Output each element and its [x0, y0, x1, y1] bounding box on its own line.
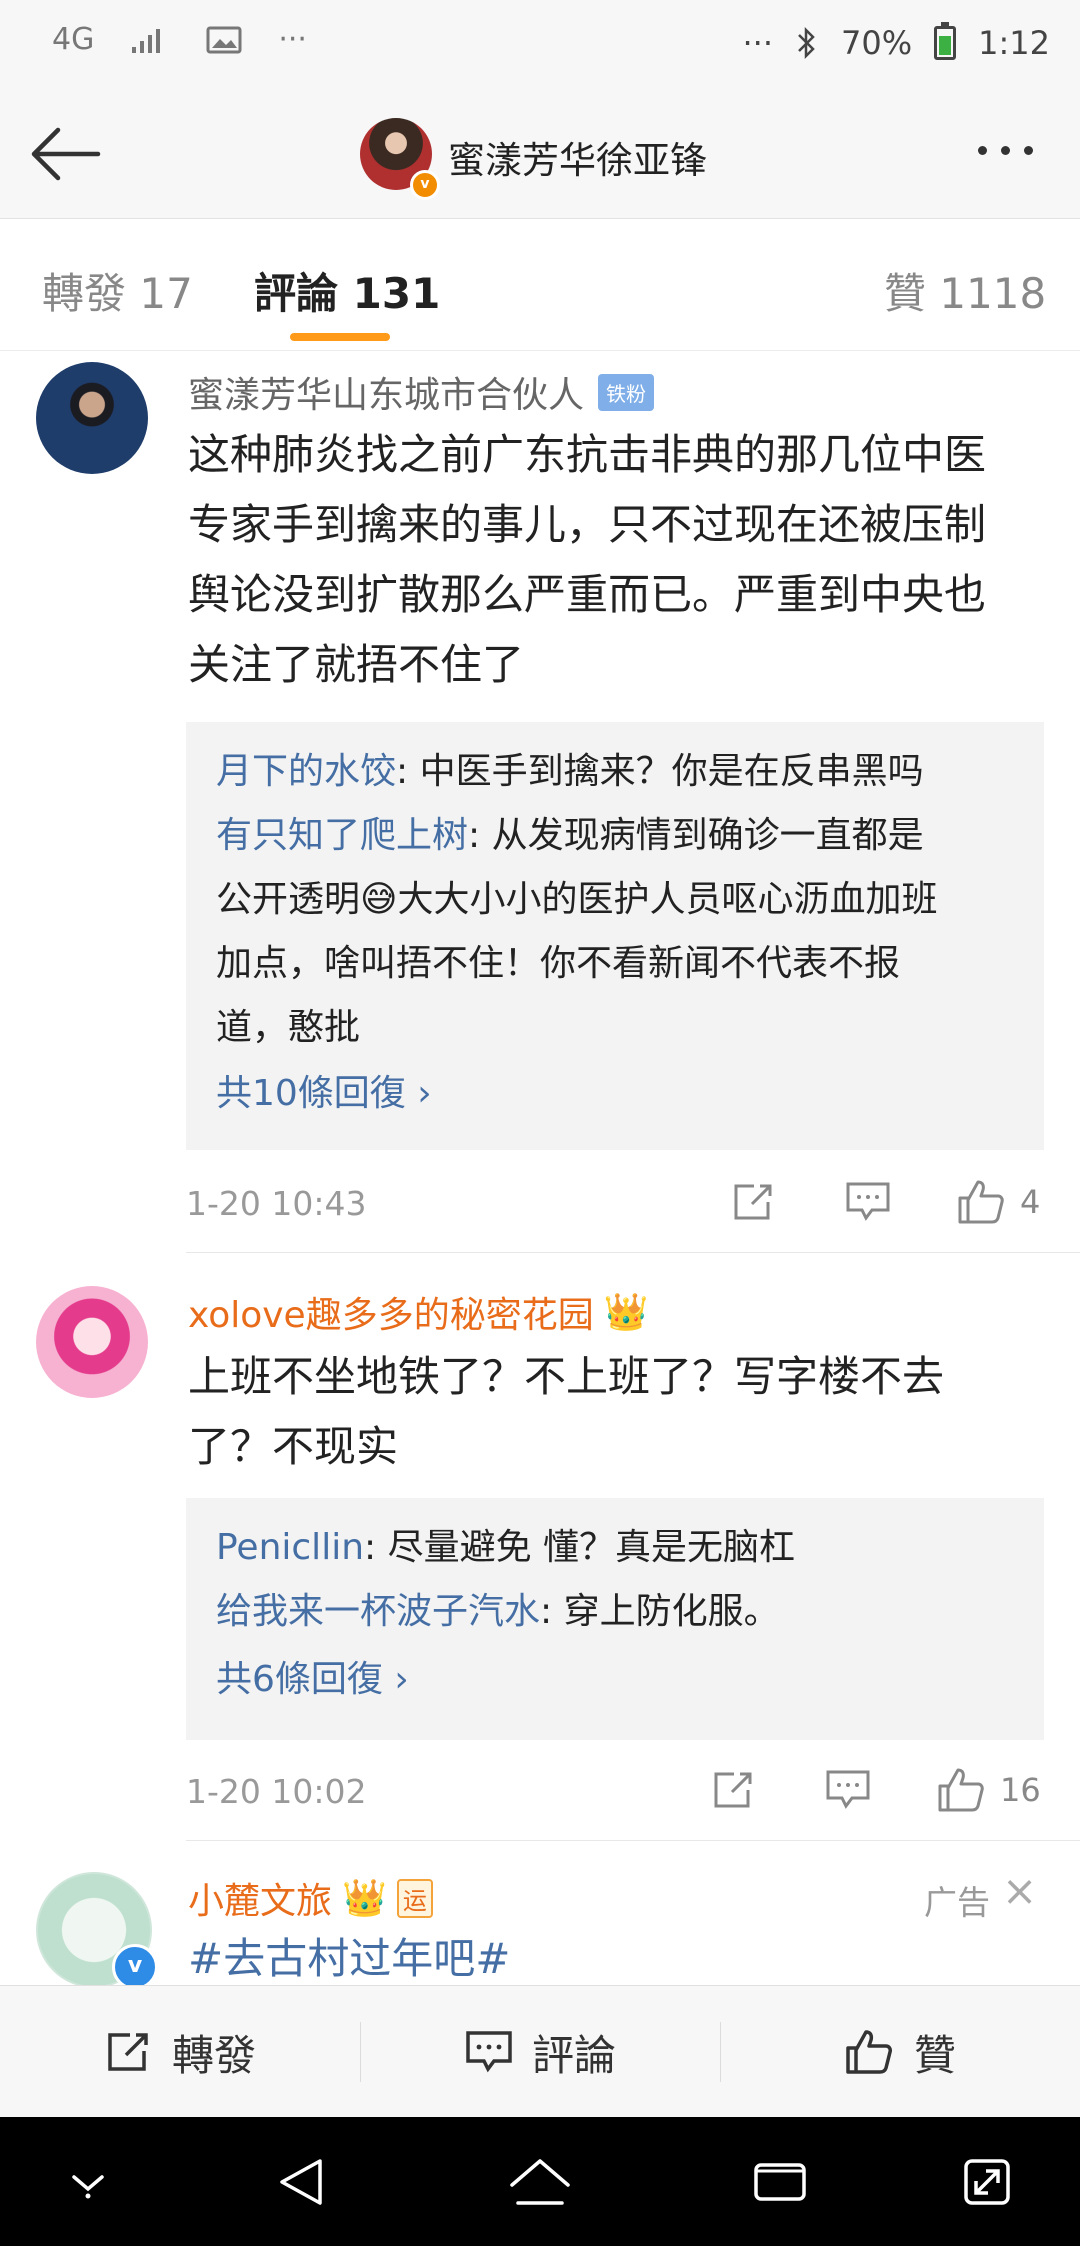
status-overflow-left: ···	[278, 22, 307, 57]
comment-label: 評論	[531, 2030, 616, 2080]
back-nav-icon[interactable]	[276, 2157, 326, 2207]
reply-preview-box[interactable]: 月下的水饺: 中医手到擒来？你是在反串黑吗 有只知了爬上树: 从发现病情到确诊一…	[186, 722, 1044, 1150]
page-title: 蜜漾芳华徐亚锋	[448, 139, 707, 182]
comment-line: 上班不坐地铁了？不上班了？写字楼不去	[188, 1352, 945, 1401]
comment-line: 关注了就捂不住了	[188, 640, 525, 689]
bluetooth-icon	[798, 26, 815, 60]
comment-timestamp: 1-20 10:43	[186, 1184, 367, 1223]
close-ad-icon[interactable]: ×	[1002, 1866, 1037, 1915]
ad-label: 广告	[924, 1883, 990, 1922]
status-left: 4G ···	[52, 22, 307, 57]
comment-line: 了？不现实	[188, 1422, 399, 1471]
status-right: ··· 70% 1:12	[742, 22, 1050, 62]
active-tab-indicator	[290, 333, 390, 341]
image-notification-icon	[206, 26, 242, 53]
reply-username[interactable]: 给我来一杯波子汽水	[216, 1591, 540, 1632]
share-icon[interactable]	[730, 1180, 778, 1224]
reply-text: : 从发现病情到确诊一直都是	[468, 815, 924, 856]
comment-button[interactable]: 評論	[360, 1986, 720, 2118]
reply-comment-icon[interactable]	[824, 1768, 872, 1812]
thumbs-up-icon	[938, 1768, 984, 1812]
reply-item: 月下的水饺: 中医手到擒来？你是在反串黑吗	[216, 740, 1026, 804]
repost-label: 轉發	[171, 2030, 256, 2080]
like-count: 16	[1000, 1771, 1041, 1809]
reply-preview-box[interactable]: Penicllin: 尽量避免 懂？真是无脑杠 给我来一杯波子汽水: 穿上防化服…	[186, 1498, 1044, 1740]
tag-badge: 运	[396, 1878, 433, 1918]
like-post-button[interactable]: 贊	[720, 1986, 1080, 2118]
comment-text: 上班不坐地铁了？不上班了？写字楼不去 了？不现实	[188, 1342, 1058, 1482]
comment-text: 这种肺炎找之前广东抗击非典的那几位中医 专家手到擒来的事儿，只不过现在还被压制 …	[188, 420, 1058, 700]
comment-icon	[466, 2031, 512, 2073]
reply-text-continued: 道，憨批	[216, 1007, 361, 1048]
status-overflow-right: ···	[742, 24, 774, 62]
reply-username[interactable]: 有只知了爬上树	[216, 815, 468, 856]
comment-divider	[186, 1840, 1080, 1841]
hide-keyboard-icon[interactable]	[66, 2165, 110, 2201]
reply-item: 给我来一杯波子汽水: 穿上防化服。	[216, 1580, 1026, 1644]
hashtag-link[interactable]: #去古村过年吧#	[188, 1924, 510, 1994]
commenter-name[interactable]: 蜜漾芳华山东城市合伙人	[188, 366, 584, 418]
like-button[interactable]: 4	[956, 1178, 1040, 1226]
commenter-avatar[interactable]	[36, 362, 148, 474]
repost-icon	[108, 2033, 148, 2071]
like-button[interactable]: 16	[936, 1766, 1041, 1814]
verified-badge-icon: v	[410, 170, 440, 200]
battery-icon	[934, 22, 957, 60]
reply-username[interactable]: 月下的水饺	[216, 751, 396, 792]
back-arrow-icon[interactable]	[28, 118, 108, 190]
signal-icon	[132, 28, 161, 53]
like-label: 贊	[913, 2030, 956, 2080]
comment-line: 这种肺炎找之前广东抗击非典的那几位中医	[188, 430, 987, 479]
reply-text-continued: 公开透明😅大大小小的医护人员呕心沥血加班	[216, 879, 938, 920]
comment-header: 蜜漾芳华山东城市合伙人 铁粉	[188, 366, 655, 418]
bottom-action-bar: 轉發 評論 贊	[0, 1985, 1080, 2118]
thumbs-up-icon	[846, 2030, 892, 2074]
verified-badge-icon: v	[112, 1944, 158, 1990]
more-options-icon[interactable]	[978, 130, 1058, 170]
comment-line: 舆论没到扩散那么严重而已。严重到中央也	[188, 570, 987, 619]
repost-button[interactable]: 轉發	[0, 1986, 360, 2118]
system-navigation-bar	[0, 2117, 1080, 2246]
commenter-name[interactable]: 小麓文旅	[188, 1872, 332, 1924]
battery-percent: 70%	[841, 24, 913, 62]
reply-text-continued: 加点，啥叫捂不住！你不看新闻不代表不报	[216, 943, 901, 984]
screenshot-expand-icon[interactable]	[962, 2157, 1012, 2207]
network-indicator: 4G	[52, 22, 95, 57]
vip-crown-icon: 👑	[342, 1878, 387, 1919]
comment-header: xolove趣多多的秘密花园 👑	[188, 1286, 649, 1338]
tab-comments[interactable]: 評論 131	[254, 260, 440, 321]
comment-timestamp: 1-20 10:02	[186, 1772, 367, 1811]
like-count: 4	[1020, 1183, 1041, 1221]
tab-likes[interactable]: 贊 1118	[884, 260, 1046, 321]
status-bar: 4G ··· ··· 70% 1:12	[0, 0, 1080, 90]
commenter-avatar[interactable]	[36, 1286, 148, 1398]
view-more-replies-link[interactable]: 共6條回復 ›	[216, 1650, 1026, 1702]
tab-bar: 轉發 17 評論 131 贊 1118	[0, 218, 1080, 351]
reply-text: : 中医手到擒来？你是在反串黑吗	[396, 751, 924, 792]
thumbs-up-icon	[958, 1180, 1004, 1224]
reply-text: : 尽量避免 懂？真是无脑杠	[364, 1527, 796, 1568]
tab-reposts[interactable]: 轉發 17	[42, 260, 193, 321]
home-nav-icon[interactable]	[508, 2157, 572, 2207]
reply-username[interactable]: Penicllin	[216, 1527, 364, 1568]
vip-crown-icon: 👑	[603, 1292, 649, 1333]
comment-line: 专家手到擒来的事儿，只不过现在还被压制	[188, 500, 987, 549]
reply-comment-icon[interactable]	[844, 1180, 892, 1224]
recent-apps-icon[interactable]	[752, 2159, 808, 2205]
comment-divider	[186, 1252, 1080, 1253]
fan-badge: 铁粉	[598, 373, 655, 411]
view-more-replies-link[interactable]: 共10條回復 ›	[216, 1064, 1026, 1116]
clock: 1:12	[978, 24, 1050, 62]
comment-header: 小麓文旅 👑 运	[188, 1872, 433, 1924]
reply-text: : 穿上防化服。	[540, 1591, 780, 1632]
reply-item: 有只知了爬上树: 从发现病情到确诊一直都是	[216, 804, 1026, 868]
share-icon[interactable]	[710, 1768, 758, 1812]
commenter-name[interactable]: xolove趣多多的秘密花园	[188, 1286, 594, 1338]
reply-item: Penicllin: 尽量避免 懂？真是无脑杠	[216, 1516, 1026, 1580]
app-header: v 蜜漾芳华徐亚锋	[0, 90, 1080, 219]
